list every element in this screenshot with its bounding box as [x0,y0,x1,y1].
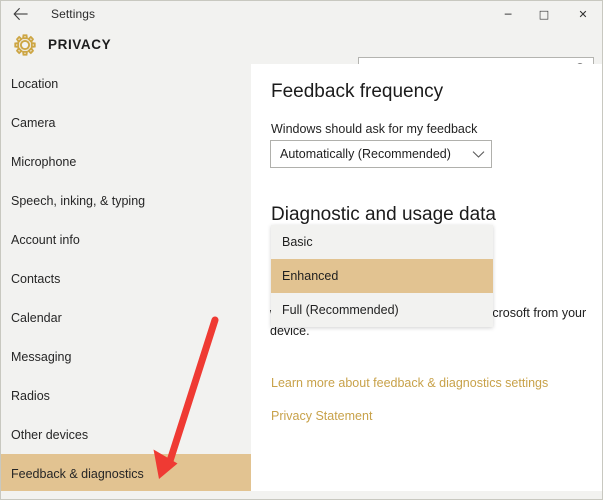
chevron-down-icon [465,150,491,159]
window-controls: ─ □ ✕ [490,1,602,27]
sidebar-item-location[interactable]: Location [1,64,251,103]
dropdown-option-basic[interactable]: Basic [271,225,493,259]
back-arrow-icon [13,7,28,21]
sidebar-item-calendar[interactable]: Calendar [1,298,251,337]
sidebar-item-radios[interactable]: Radios [1,376,251,415]
dropdown-option-full-recommended[interactable]: Full (Recommended) [271,293,493,327]
settings-sidebar: Location Camera Microphone Speech, inking, … [1,64,251,499]
sidebar-item-speech-inking-typing[interactable]: Speech, inking, & typing [1,181,251,220]
privacy-statement-link[interactable]: Privacy Statement [271,409,372,423]
sidebar-item-messaging[interactable]: Messaging [1,337,251,376]
close-button[interactable]: ✕ [562,1,602,27]
dropdown-option-enhanced[interactable]: Enhanced [271,259,493,293]
settings-window: Settings ─ □ ✕ PRIVACY Find a setting Lo… [0,0,603,500]
sidebar-item-label: Location [11,76,59,91]
feedback-frequency-heading: Feedback frequency [271,81,444,102]
sidebar-item-label: Messaging [11,349,72,364]
dropdown-option-label: Enhanced [282,269,339,283]
window-title: Settings [51,7,96,21]
sidebar-item-label: Feedback & diagnostics [11,466,144,481]
dropdown-option-label: Basic [282,235,313,249]
title-bar: Settings ─ □ ✕ [1,1,602,27]
window-bottom-edge [1,491,602,499]
sidebar-item-label: Contacts [11,271,61,286]
sidebar-item-label: Radios [11,388,50,403]
minimize-button[interactable]: ─ [490,1,526,27]
feedback-frequency-label: Windows should ask for my feedback [271,122,478,136]
learn-more-link[interactable]: Learn more about feedback & diagnostics … [271,376,548,390]
sidebar-item-label: Camera [11,115,56,130]
sidebar-item-label: Speech, inking, & typing [11,193,146,208]
sidebar-item-account-info[interactable]: Account info [1,220,251,259]
feedback-frequency-value: Automatically (Recommended) [280,147,451,161]
sidebar-item-other-devices[interactable]: Other devices [1,415,251,454]
maximize-button[interactable]: □ [526,1,562,27]
feedback-frequency-dropdown[interactable]: Automatically (Recommended) [270,140,492,168]
page-header: PRIVACY [1,27,602,81]
dropdown-option-label: Full (Recommended) [282,303,399,317]
sidebar-item-contacts[interactable]: Contacts [1,259,251,298]
back-button[interactable] [1,1,41,27]
sidebar-item-microphone[interactable]: Microphone [1,142,251,181]
sidebar-item-feedback-diagnostics[interactable]: Feedback & diagnostics [1,454,251,493]
sidebar-item-label: Microphone [11,154,77,169]
diagnostic-usage-heading: Diagnostic and usage data [271,204,496,225]
gear-icon [11,31,39,59]
sidebar-item-camera[interactable]: Camera [1,103,251,142]
sidebar-item-label: Other devices [11,427,89,442]
sidebar-item-label: Calendar [11,310,62,325]
diagnostic-usage-dropdown-list[interactable]: Basic Enhanced Full (Recommended) [271,225,493,327]
page-title: PRIVACY [48,37,112,52]
sidebar-item-label: Account info [11,232,80,247]
